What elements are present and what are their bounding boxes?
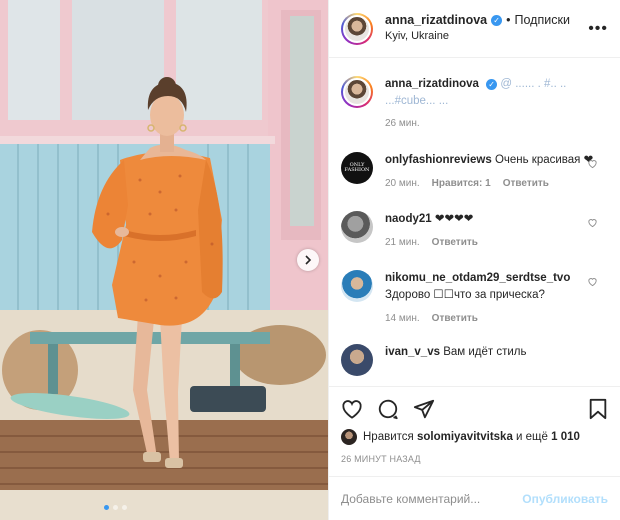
comments-list[interactable]: anna_rizatdinova ✓ @ ...... . #.. .. ...… — [329, 60, 620, 385]
comment-avatar[interactable] — [341, 211, 373, 244]
comment-username[interactable]: onlyfashionreviews — [385, 154, 492, 166]
comment-username[interactable]: nikomu_ne_otdam29_serdtse_tvo — [385, 272, 570, 284]
carousel-dots — [104, 505, 127, 510]
like-comment-heart-icon[interactable] — [587, 158, 598, 169]
verified-badge-icon: ✓ — [486, 79, 498, 90]
comment-item: ivan_v_vs Вам идёт стиль — [329, 344, 620, 377]
likes-prefix: Нравится — [363, 431, 414, 443]
reply-button[interactable]: Ответить — [503, 177, 549, 192]
more-dots-icon[interactable]: ••• — [588, 20, 608, 38]
comment-time[interactable]: 21 мин. — [385, 236, 420, 251]
post-photo-image — [0, 0, 328, 520]
comment-likes[interactable]: Нравится: 1 — [432, 177, 491, 192]
comment-item: ONLY FASHION onlyfashionreviews Очень кра… — [329, 151, 620, 192]
publish-button[interactable]: Опубликовать — [522, 492, 608, 506]
following-button[interactable]: Подписки — [515, 13, 570, 29]
post-panel: anna_rizatdinova ✓ • Подписки Kyiv, Ukra… — [328, 0, 620, 520]
share-plane-icon[interactable] — [413, 398, 435, 420]
author-username[interactable]: anna_rizatdinova — [385, 13, 487, 29]
comment-item: naody21 ❤❤❤❤ 21 мин. Ответить — [329, 211, 620, 250]
comment-text: Очень красивая ❤ — [494, 153, 594, 166]
carousel-dot — [113, 505, 118, 510]
likes-summary: Нравится solomiyavitvitska и ещё 1 010 — [341, 429, 608, 445]
reply-button[interactable]: Ответить — [432, 312, 478, 327]
comment-time[interactable]: 20 мин. — [385, 177, 420, 192]
post-location[interactable]: Kyiv, Ukraine — [385, 30, 570, 44]
post-photo[interactable] — [0, 0, 328, 520]
carousel-dot — [104, 505, 109, 510]
author-avatar[interactable] — [341, 12, 373, 45]
likes-middle: и ещё — [516, 431, 548, 443]
comment-username[interactable]: ivan_v_vs — [385, 346, 440, 358]
post-actions: Нравится solomiyavitvitska и ещё 1 010 2… — [329, 386, 620, 464]
comment-text: ❤❤❤❤ — [434, 213, 474, 226]
comment-avatar[interactable]: ONLY FASHION — [341, 151, 373, 184]
caption: anna_rizatdinova ✓ @ ...... . #.. .. ...… — [329, 76, 620, 132]
comment-time[interactable]: 26 мин. — [385, 117, 420, 132]
next-photo-button[interactable] — [297, 249, 319, 271]
comment-input[interactable] — [341, 491, 523, 506]
header-separator: • — [506, 12, 511, 27]
comment-username[interactable]: naody21 — [385, 213, 432, 225]
liker-username[interactable]: solomiyavitvitska — [417, 431, 513, 443]
like-comment-heart-icon[interactable] — [587, 276, 598, 287]
comment-bubble-icon[interactable] — [377, 398, 399, 420]
liker-avatar[interactable] — [341, 429, 357, 445]
comment-item: nikomu_ne_otdam29_serdtse_tvo Здорово ☐☐… — [329, 270, 620, 326]
carousel-dot — [122, 505, 127, 510]
verified-badge-icon: ✓ — [491, 15, 503, 27]
comment-text: Вам идёт стиль — [443, 346, 527, 359]
comment-text: Здорово ☐☐что за прическа? — [385, 288, 545, 301]
like-heart-icon[interactable] — [341, 399, 363, 419]
post-time-ago[interactable]: 26 МИНУТ НАЗАД — [341, 454, 608, 464]
likes-count[interactable]: 1 010 — [551, 431, 580, 443]
chevron-right-icon — [305, 255, 312, 265]
comment-avatar[interactable] — [341, 344, 373, 377]
reply-button[interactable]: Ответить — [432, 236, 478, 251]
comment-avatar[interactable] — [341, 270, 373, 303]
like-comment-heart-icon[interactable] — [587, 217, 598, 228]
add-comment-bar: Опубликовать — [329, 476, 620, 520]
comment-username[interactable]: anna_rizatdinova — [385, 78, 479, 90]
post-header: anna_rizatdinova ✓ • Подписки Kyiv, Ukra… — [329, 0, 620, 58]
comment-time[interactable]: 14 мин. — [385, 312, 420, 327]
caption-avatar[interactable] — [341, 76, 373, 108]
bookmark-icon[interactable] — [588, 398, 608, 420]
